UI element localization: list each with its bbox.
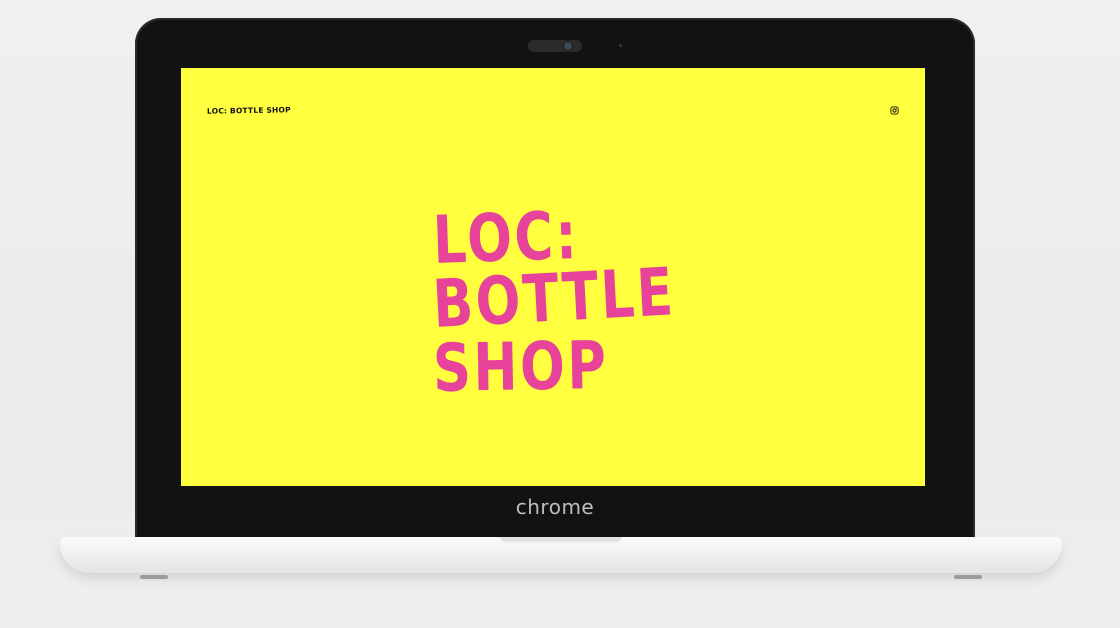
rubber-foot-right — [954, 575, 982, 579]
hero-title: LOC: BOTTLE SHOP — [430, 197, 733, 407]
website-screen: LOC: BOTTLE SHOP LOC: BOTTLE SHOP — [181, 68, 925, 486]
laptop-base — [60, 537, 1062, 579]
webcam-housing — [528, 40, 582, 52]
instagram-icon[interactable] — [890, 106, 899, 115]
rubber-foot-left — [140, 575, 168, 579]
laptop-lid: LOC: BOTTLE SHOP LOC: BOTTLE SHOP chrome — [135, 18, 975, 543]
site-logo-text[interactable]: LOC: BOTTLE SHOP — [207, 105, 291, 115]
hinge-notch — [500, 537, 622, 542]
hero-title-line-3: SHOP — [432, 326, 610, 407]
camera-indicator-light — [619, 44, 622, 47]
webcam-lens — [564, 42, 572, 50]
chrome-bezel-logo: chrome — [515, 495, 595, 519]
laptop-mockup-scene: LOC: BOTTLE SHOP LOC: BOTTLE SHOP chrome — [0, 0, 1120, 628]
hero-title-line-2: BOTTLE — [430, 253, 678, 343]
